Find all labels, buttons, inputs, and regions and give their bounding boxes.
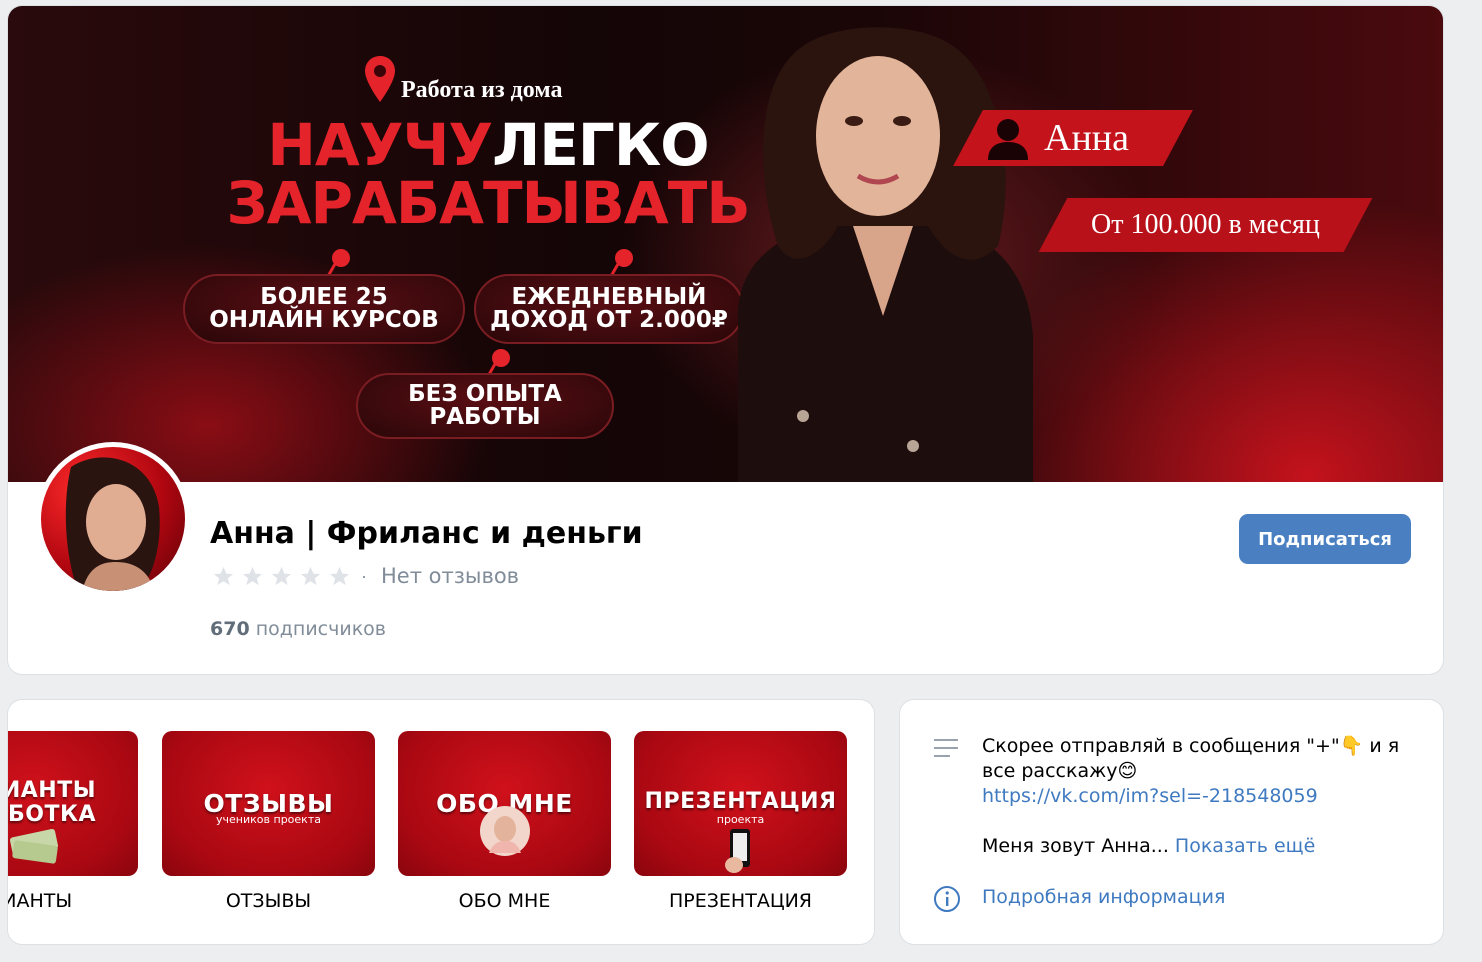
link-label[interactable]: ПРЕЗЕНТАЦИЯ	[634, 890, 847, 912]
subscribe-button[interactable]: Подписаться	[1239, 514, 1411, 564]
cover-headline: НАУЧУЛЕГКО ЗАРАБАТЫВАТЬ	[208, 116, 768, 232]
show-more-link[interactable]: Показать ещё	[1175, 835, 1315, 857]
link-tile-subtitle: проекта	[716, 813, 765, 826]
cover-pill-experience-line2: РАБОТЫ	[429, 404, 541, 430]
page-title: Анна | Фриланс и деньги	[210, 516, 643, 551]
cover-income-badge: От 100.000 в месяц	[1038, 198, 1373, 252]
avatar-image	[41, 447, 185, 591]
description-intro-text: Меня зовут Анна...	[982, 835, 1169, 857]
location-pin-icon	[365, 56, 395, 102]
link-tile-subtitle: учеников проекта	[216, 813, 321, 826]
rating-separator: ·	[361, 565, 367, 586]
links-card: РИАНТЫАБОТКА РИАНТЫ ОТЗЫВЫ учеников прое…	[8, 700, 874, 944]
cover-pill-courses: БОЛЕЕ 25 ОНЛАЙН КУРСОВ	[183, 274, 465, 344]
star-icon	[271, 566, 292, 585]
rating-row[interactable]: · Нет отзывов	[212, 564, 519, 588]
description-text: Скорее отправляй в сообщения "+"👇 и я вс…	[982, 734, 1412, 809]
cover-location: Работа из дома	[363, 54, 562, 104]
avatar-thumbnail-icon	[480, 806, 530, 856]
link-label[interactable]: РИАНТЫ	[8, 890, 138, 912]
cover-pill-income-line2: ДОХОД ОТ 2.000₽	[490, 307, 728, 333]
cover-headline-part-3: ЗАРАБАТЫВАТЬ	[226, 169, 750, 237]
cover-name-badge: Анна	[953, 110, 1193, 166]
cover-name-text: Анна	[1044, 117, 1129, 159]
subscribers-label: подписчиков	[255, 618, 386, 640]
star-icon	[213, 566, 234, 585]
description-line: Скорее отправляй в сообщения "+"👇 и я вс…	[982, 735, 1400, 782]
cover-image: Работа из дома НАУЧУЛЕГКО ЗАРАБАТЫВАТЬ Б…	[8, 6, 1443, 482]
description-intro: Меня зовут Анна... Показать ещё	[982, 835, 1315, 857]
description-icon	[934, 739, 958, 757]
phone-icon	[725, 829, 750, 873]
cover-pill-experience: БЕЗ ОПЫТА РАБОТЫ	[356, 373, 614, 439]
cover-pill-courses-line2: ОНЛАЙН КУРСОВ	[209, 307, 439, 333]
link-label[interactable]: ОТЗЫВЫ	[162, 890, 375, 912]
cover-portrait	[738, 27, 1033, 482]
link-tile-reviews[interactable]: ОТЗЫВЫ учеников проекта	[162, 731, 375, 876]
link-tile-earnings[interactable]: РИАНТЫАБОТКА	[8, 731, 138, 876]
user-icon	[988, 119, 1028, 160]
subscribers-count[interactable]: 670 подписчиков	[210, 618, 386, 640]
rating-text: Нет отзывов	[381, 564, 520, 588]
star-icon	[242, 566, 263, 585]
avatar[interactable]	[36, 442, 190, 596]
cover-income-text: От 100.000 в месяц	[1091, 209, 1320, 240]
avatar-portrait	[65, 457, 160, 591]
info-icon	[934, 886, 960, 912]
link-tile-title: ПРЕЗЕНТАЦИЯ	[644, 789, 837, 814]
link-tile-about[interactable]: ОБО МНЕ	[398, 731, 611, 876]
star-icon	[300, 566, 321, 585]
description-link[interactable]: https://vk.com/im?sel=-218548059	[982, 784, 1412, 809]
money-icon	[9, 828, 59, 864]
info-card: Скорее отправляй в сообщения "+"👇 и я вс…	[900, 700, 1443, 944]
star-icon	[329, 566, 350, 585]
subscribers-number: 670	[210, 618, 250, 640]
cover-location-text: Работа из дома	[401, 77, 563, 103]
link-tile-presentation[interactable]: ПРЕЗЕНТАЦИЯ проекта	[634, 731, 847, 876]
community-header-card: Работа из дома НАУЧУЛЕГКО ЗАРАБАТЫВАТЬ Б…	[8, 6, 1443, 674]
link-label[interactable]: ОБО МНЕ	[398, 890, 611, 912]
details-link[interactable]: Подробная информация	[982, 886, 1225, 908]
